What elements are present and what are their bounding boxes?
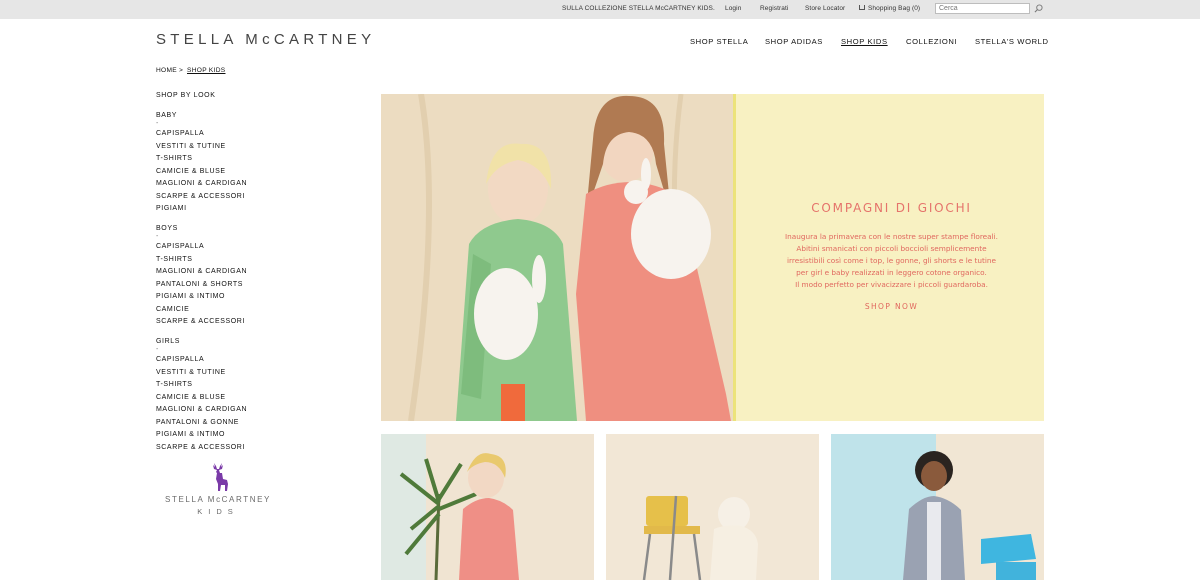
sidebar-item-baby-pigiami[interactable]: PIGIAMI <box>156 205 187 212</box>
hero-copy-line: Il modo perfetto per vivacizzare i picco… <box>795 280 988 289</box>
sidebar-item-boys-tshirts[interactable]: T-SHIRTS <box>156 256 193 263</box>
promo-text: SULLA COLLEZIONE STELLA McCARTNEY KIDS. <box>562 5 715 12</box>
sidebar-item-girls-pantaloni[interactable]: PANTALONI & GONNE <box>156 419 239 426</box>
hero-photo-illustration <box>381 94 733 421</box>
sidebar-item-boys-pantaloni[interactable]: PANTALONI & SHORTS <box>156 281 243 288</box>
hero-photo <box>381 94 733 421</box>
sidebar-dash: - <box>156 233 159 240</box>
search-input[interactable] <box>935 3 1030 14</box>
sidebar-heading-baby[interactable]: BABY <box>156 112 177 119</box>
breadcrumb-current[interactable]: SHOP KIDS <box>187 67 226 74</box>
sidebar-item-boys-maglioni[interactable]: MAGLIONI & CARDIGAN <box>156 268 247 275</box>
breadcrumb-home[interactable]: HOME <box>156 67 177 74</box>
sidebar-item-girls-vestiti[interactable]: VESTITI & TUTINE <box>156 369 226 376</box>
sidebar-item-girls-pigiami[interactable]: PIGIAMI & INTIMO <box>156 431 225 438</box>
sidebar-dash: - <box>156 120 159 127</box>
promo-tile-photo <box>606 434 819 580</box>
sidebar-dash: - <box>156 346 159 353</box>
sidebar-item-boys-camicie[interactable]: CAMICIE <box>156 306 189 313</box>
nav-shop-kids[interactable]: SHOP KIDS <box>841 37 888 46</box>
shop-by-look-link[interactable]: SHOP BY LOOK <box>156 92 215 99</box>
hero-copy-line: Abitini smanicati con piccoli boccioli s… <box>796 244 987 253</box>
deer-icon <box>213 463 228 491</box>
promo-tile-boy[interactable] <box>831 434 1044 580</box>
sidebar-item-girls-scarpe[interactable]: SCARPE & ACCESSORI <box>156 444 245 451</box>
sidebar-heading-boys[interactable]: BOYS <box>156 225 178 232</box>
sidebar-item-girls-camicie[interactable]: CAMICIE & BLUSE <box>156 394 226 401</box>
sidebar-item-boys-capispalla[interactable]: CAPISPALLA <box>156 243 204 250</box>
sidebar-item-girls-maglioni[interactable]: MAGLIONI & CARDIGAN <box>156 406 247 413</box>
hero-copy: Inaugura la primavera con le nostre supe… <box>756 231 1027 291</box>
promo-tile-photo <box>381 434 594 580</box>
hero-title: COMPAGNI DI GIOCHI <box>811 201 972 215</box>
promo-tile-girl[interactable] <box>606 434 819 580</box>
sidebar-item-baby-tshirts[interactable]: T-SHIRTS <box>156 155 193 162</box>
sidebar-item-baby-vestiti[interactable]: VESTITI & TUTINE <box>156 143 226 150</box>
store-locator-link[interactable]: Store Locator <box>805 5 845 12</box>
sidebar-item-baby-capispalla[interactable]: CAPISPALLA <box>156 130 204 137</box>
hero-copy-line: per girl e baby realizzati in leggero co… <box>796 268 987 277</box>
hero-copy-line: Inaugura la primavera con le nostre supe… <box>784 232 999 241</box>
breadcrumb-separator: > <box>179 67 184 74</box>
sidebar-item-baby-scarpe[interactable]: SCARPE & ACCESSORI <box>156 193 245 200</box>
utility-bar: SULLA COLLEZIONE STELLA McCARTNEY KIDS. … <box>0 0 1200 19</box>
brand-logo[interactable]: STELLA McCARTNEY <box>156 31 375 48</box>
nav-collezioni[interactable]: COLLEZIONI <box>906 37 957 46</box>
shopping-bag-label: Shopping Bag (0) <box>868 5 921 12</box>
nav-shop-adidas[interactable]: SHOP ADIDAS <box>765 37 823 46</box>
kids-logo-sub: KIDS <box>197 507 239 516</box>
hero-copy-line: irresistibili così come i top, le gonne,… <box>786 256 997 265</box>
sidebar-item-boys-pigiami[interactable]: PIGIAMI & INTIMO <box>156 293 225 300</box>
promo-tile-photo <box>831 434 1044 580</box>
kids-logo-wordmark: STELLA McCARTNEY <box>165 495 271 504</box>
hero-text-panel: COMPAGNI DI GIOCHI Inaugura la primavera… <box>733 94 1044 421</box>
promo-tile-baby[interactable] <box>381 434 594 580</box>
sidebar-item-girls-capispalla[interactable]: CAPISPALLA <box>156 356 204 363</box>
shopping-bag-link[interactable]: Shopping Bag (0) <box>859 5 920 12</box>
search-icon[interactable] <box>1034 4 1043 13</box>
hero-banner[interactable]: COMPAGNI DI GIOCHI Inaugura la primavera… <box>381 94 1044 421</box>
sidebar-item-baby-camicie[interactable]: CAMICIE & BLUSE <box>156 168 226 175</box>
register-link[interactable]: Registrati <box>760 5 788 12</box>
sidebar-item-boys-scarpe[interactable]: SCARPE & ACCESSORI <box>156 318 245 325</box>
bag-icon <box>859 5 865 10</box>
sidebar-heading-girls[interactable]: GIRLS <box>156 338 180 345</box>
shop-now-link[interactable]: SHOP NOW <box>736 302 1044 311</box>
sidebar-item-baby-maglioni[interactable]: MAGLIONI & CARDIGAN <box>156 180 247 187</box>
nav-shop-stella[interactable]: SHOP STELLA <box>690 37 748 46</box>
sidebar-item-girls-tshirts[interactable]: T-SHIRTS <box>156 381 193 388</box>
kids-logo[interactable]: STELLA McCARTNEY KIDS <box>156 462 280 522</box>
login-link[interactable]: Login <box>725 5 741 12</box>
nav-stellas-world[interactable]: STELLA'S WORLD <box>975 37 1049 46</box>
